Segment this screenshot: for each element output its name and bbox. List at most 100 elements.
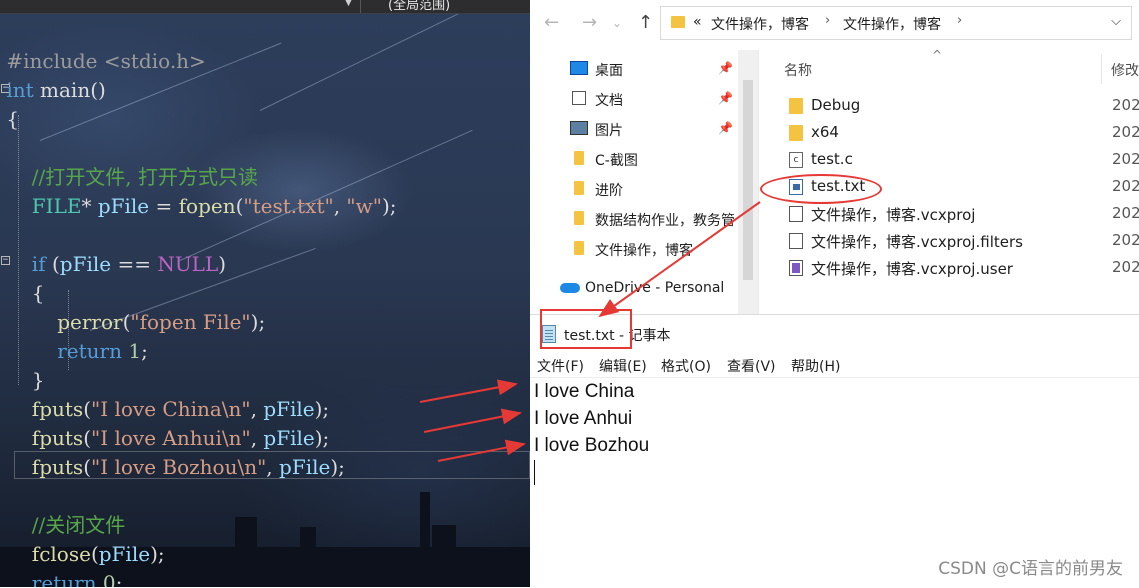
text-line: I love Anhui [534, 408, 633, 429]
nav-item-label: OneDrive - Personal [585, 280, 725, 296]
address-prefix[interactable]: « [693, 14, 702, 30]
code-token: { [6, 107, 20, 131]
menu-bar: 文件(F) 编辑(E) 格式(O) 查看(V) 帮助(H) [530, 353, 1139, 378]
recent-dropdown-icon[interactable]: ⌄ [612, 16, 622, 30]
chevron-right-icon[interactable]: › [957, 13, 962, 28]
back-arrow-icon[interactable]: ← [544, 12, 559, 33]
scope-dropdown-icon[interactable]: ▼ [345, 0, 352, 8]
code-token: perror [57, 310, 123, 334]
code-token: , [266, 455, 280, 479]
file-row[interactable]: Debug 2022 [787, 93, 1139, 120]
folder-icon [574, 181, 584, 195]
code-line: return 0; [0, 569, 123, 587]
column-header-modified[interactable]: 修改 [1111, 60, 1139, 80]
menu-edit[interactable]: 编辑(E) [599, 356, 647, 376]
code-line: fclose(pFile); [0, 540, 165, 569]
pin-icon[interactable]: 📌 [718, 61, 733, 75]
column-header-name[interactable]: 名称 [784, 60, 812, 80]
code-token: #include <stdio.h> [6, 49, 206, 73]
code-token: ; [141, 339, 148, 363]
desktop-icon [570, 61, 588, 75]
code-token: ( [83, 426, 91, 450]
code-token: fopen [178, 194, 236, 218]
file-row[interactable]: x64 2022 [787, 120, 1139, 147]
chevron-right-icon[interactable]: › [825, 13, 830, 28]
menu-view[interactable]: 查看(V) [727, 356, 776, 376]
menu-format[interactable]: 格式(O) [661, 356, 711, 376]
code-token: , [250, 426, 264, 450]
nav-item-label: 文件操作，博客 [595, 243, 693, 259]
pictures-icon [570, 121, 588, 135]
code-token: ); [314, 397, 330, 421]
code-token: "I love Anhui\n" [91, 426, 251, 450]
file-date: 2022 [1112, 150, 1139, 168]
code-token: ); [330, 455, 345, 479]
code-token: pFile [59, 252, 112, 276]
address-bar-row: ← → ⌄ ↑ « 文件操作，博客 › 文件操作，博客 › ⌵ [530, 0, 1139, 50]
code-token: pFile [97, 194, 150, 218]
nav-pane-scrollbar[interactable] [738, 50, 758, 320]
scope-label[interactable]: (全局范围) [388, 0, 450, 13]
documents-icon [572, 91, 586, 105]
code-token: ( [45, 252, 60, 276]
code-token: * [81, 194, 98, 218]
forward-arrow-icon[interactable]: → [582, 12, 597, 33]
file-row[interactable]: 文件操作，博客.vcxproj.user 2022 [787, 255, 1139, 282]
menu-help[interactable]: 帮助(H) [791, 356, 840, 376]
chevron-down-icon[interactable]: ⌵ [1111, 14, 1121, 29]
address-segment[interactable]: 文件操作，博客 [711, 14, 809, 34]
code-line: #include <stdio.h> [0, 47, 206, 76]
code-token: return [57, 339, 122, 363]
file-row[interactable]: c test.c 2022 [787, 147, 1139, 174]
code-token: fputs [31, 426, 84, 450]
notepad-window: test.txt - 记事本 文件(F) 编辑(E) 格式(O) 查看(V) 帮… [530, 314, 1139, 588]
pin-icon[interactable]: 📌 [718, 121, 733, 135]
code-token: 1 [128, 339, 142, 363]
code-line [0, 482, 6, 511]
nav-item-label: 桌面 [595, 63, 623, 79]
column-divider[interactable] [1101, 54, 1102, 84]
code-line: fputs("I love China\n", pFile); [0, 395, 329, 424]
visual-studio-user-file-icon [789, 260, 803, 276]
pin-icon[interactable]: 📌 [718, 91, 733, 105]
watermark: CSDN @C语言的前男友 [938, 559, 1123, 579]
code-line: //打开文件, 打开方式只读 [0, 163, 258, 192]
code-line: { [0, 105, 19, 134]
code-token: ) [218, 252, 227, 276]
code-token: { [31, 281, 45, 305]
sort-ascending-icon: ^ [932, 48, 943, 62]
up-arrow-icon[interactable]: ↑ [638, 12, 653, 33]
code-line: //关闭文件 [0, 511, 125, 540]
address-segment[interactable]: 文件操作，博客 [843, 14, 941, 34]
code-token: = [149, 194, 179, 218]
navigation-pane: 桌面 📌 文档 📌 图片 📌 C-截图 进阶 数据结构作业，教务管 文件操作，博… [530, 52, 742, 314]
file-date: 2022 [1112, 231, 1139, 249]
nav-item-label: C-截图 [595, 153, 638, 169]
file-name: x64 [811, 123, 839, 141]
file-row[interactable]: 文件操作，博客.vcxproj.filters 2022 [787, 228, 1139, 255]
code-token: == [111, 252, 158, 276]
file-name: test.c [811, 150, 853, 168]
text-line: I love Bozhou [534, 435, 650, 456]
nav-item-data-structures[interactable]: 数据结构作业，教务管 [570, 207, 738, 231]
folder-icon [671, 16, 685, 28]
code-line: int main() [0, 76, 105, 105]
menu-file[interactable]: 文件(F) [537, 356, 584, 376]
text-caret [534, 460, 535, 485]
code-token: ( [83, 397, 91, 421]
code-editor[interactable]: ▼ (全局范围) − − #include <stdio.h> int main… [0, 0, 530, 587]
folder-icon [574, 211, 584, 225]
scrollbar-thumb[interactable] [743, 80, 753, 280]
code-token: "w" [346, 194, 382, 218]
address-box[interactable]: « 文件操作，博客 › 文件操作，博客 › ⌵ [660, 6, 1132, 40]
file-row[interactable]: 文件操作，博客.vcxproj 2022 [787, 201, 1139, 228]
